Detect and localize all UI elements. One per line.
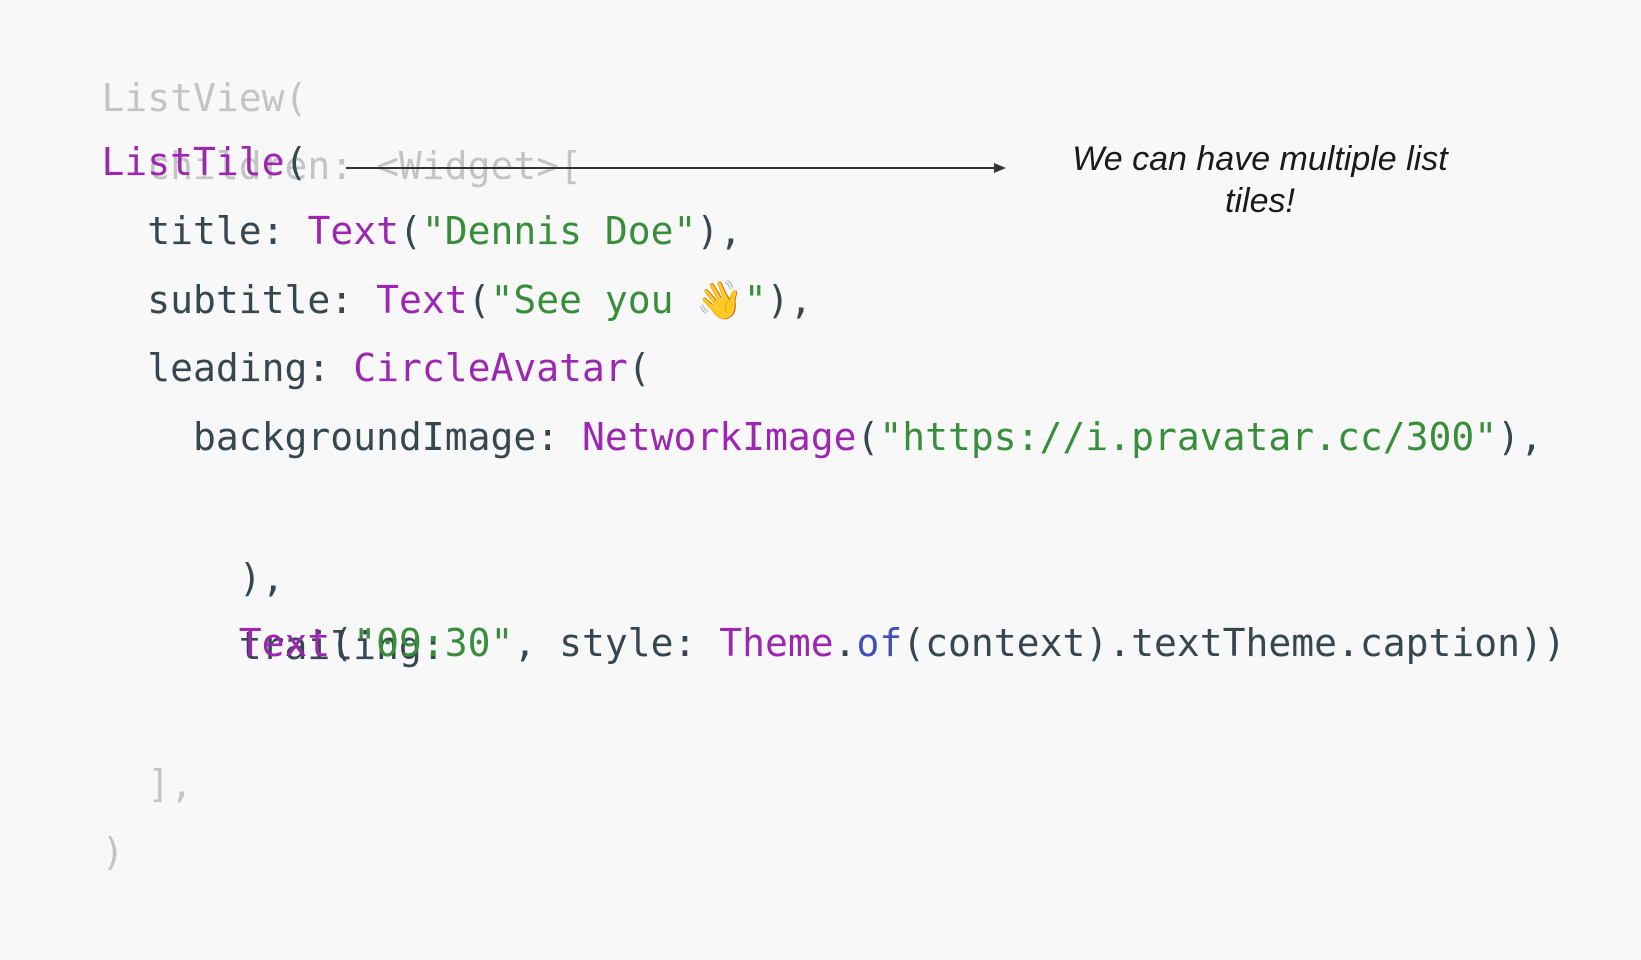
code-paren: ( xyxy=(467,278,491,322)
code-text: , style: xyxy=(513,621,720,665)
string-literal: "09:30" xyxy=(353,621,514,665)
code-line-listtile: ListTile( xyxy=(10,126,308,198)
property-key: subtitle: xyxy=(147,278,377,322)
property-key: leading: xyxy=(147,346,354,390)
string-literal: "See you xyxy=(490,278,697,322)
string-literal: "Dennis Doe" xyxy=(421,209,697,253)
code-line-leading: leading: CircleAvatar( xyxy=(10,332,651,404)
arrow-head xyxy=(994,163,1006,173)
code-paren: ( xyxy=(856,415,880,459)
property-key: title: xyxy=(147,209,308,253)
class-name: Theme xyxy=(719,621,834,665)
code-line-trailing: trailing: xyxy=(10,538,445,668)
code-line-listview: ListView( xyxy=(10,0,308,120)
code-text: . xyxy=(833,621,857,665)
class-name: Text xyxy=(376,278,468,322)
code-paren: ( xyxy=(330,621,354,665)
string-literal: " xyxy=(743,278,767,322)
property-key: backgroundImage: xyxy=(193,415,582,459)
method-name: of xyxy=(856,621,903,665)
code-paren: ( xyxy=(284,140,308,184)
class-name: NetworkImage xyxy=(581,415,857,459)
code-line-background-image: backgroundImage: NetworkImage("https://i… xyxy=(10,401,1543,473)
code-text: (context).textTheme.caption)) xyxy=(902,621,1566,665)
string-literal: "https://i.pravatar.cc/300" xyxy=(879,415,1498,459)
code-line-children: children: <Widget>[ xyxy=(10,58,582,188)
code-paren: ( xyxy=(627,346,651,390)
annotation-arrow xyxy=(346,163,1006,173)
annotation-text: We can have multiple list tiles! xyxy=(1072,140,1448,220)
code-paren: ), xyxy=(766,278,813,322)
waving-hand-icon: 👋 xyxy=(696,278,744,322)
code-line-trailing-text: Text("09:30", style: Theme.of(context).t… xyxy=(10,607,1566,679)
class-name: Text xyxy=(307,209,399,253)
code-paren: ), xyxy=(1497,415,1543,459)
class-name: CircleAvatar xyxy=(353,346,628,390)
code-paren: ( xyxy=(398,209,422,253)
code-line-close-avatar: ), xyxy=(10,470,285,600)
code-line-subtitle: subtitle: Text("See you 👋"), xyxy=(10,264,812,336)
listtile-keyword: ListTile xyxy=(101,140,285,184)
code-line-close-listview: ) xyxy=(10,744,125,874)
code-line-close-children: ], xyxy=(10,676,193,806)
code-paren: ), xyxy=(696,209,743,253)
code-line-title: title: Text("Dennis Doe"), xyxy=(10,195,742,267)
code-text: ) xyxy=(101,830,125,874)
class-name: Text xyxy=(238,621,331,665)
